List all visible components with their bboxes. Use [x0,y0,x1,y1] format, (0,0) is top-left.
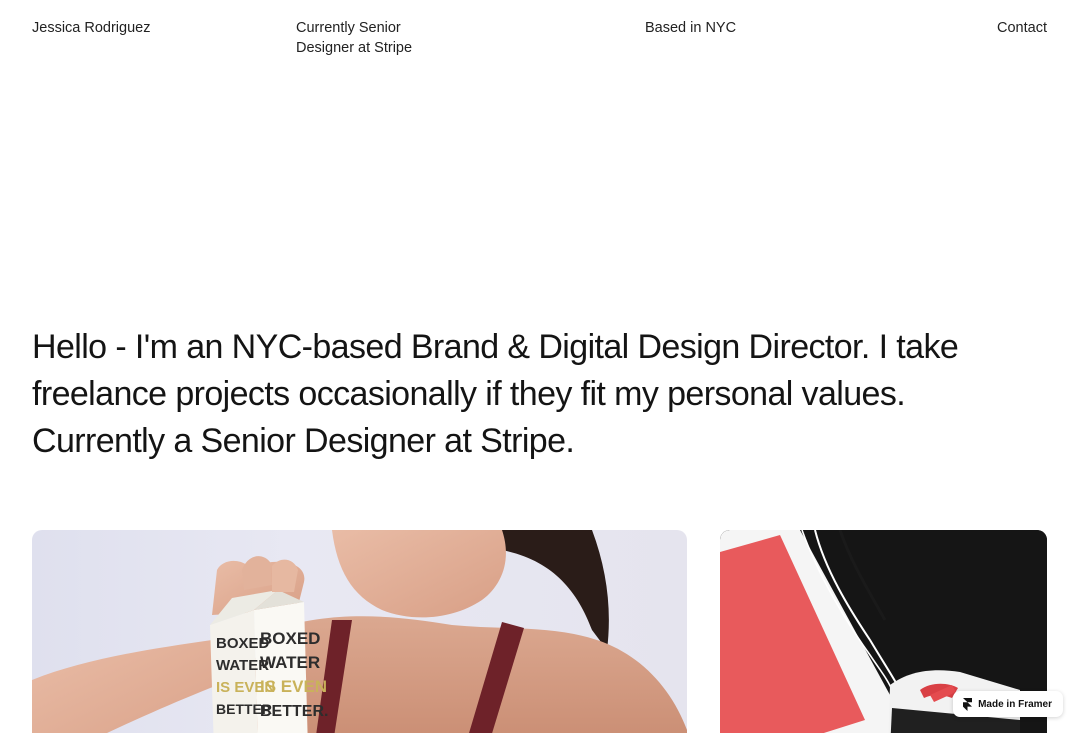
hero-intro-text: Hello - I'm an NYC-based Brand & Digital… [32,328,959,460]
carton-front-line-3: IS EVEN [260,677,327,696]
carton-front-line-2: WATER [260,653,320,672]
project-card-boxed-water[interactable]: BOXED WATER IS EVEN BETTER. BOXED WATER … [32,530,687,733]
neck-shape [332,530,506,618]
portfolio-page: Jessica Rodriguez Currently Senior Desig… [0,0,1080,733]
boxed-water-project-image: BOXED WATER IS EVEN BETTER. BOXED WATER … [32,530,687,733]
framer-logo-icon [963,697,973,711]
made-in-framer-label: Made in Framer [978,698,1052,710]
contact-link[interactable]: Contact [997,18,1047,38]
fingers-shape [242,556,272,590]
carton-front-line-1: BOXED [260,629,320,648]
carton-front-line-4: BETTER. [260,703,328,720]
site-owner-name[interactable]: Jessica Rodriguez [32,18,150,38]
current-role-text: Currently Senior Designer at Stripe [296,20,413,56]
made-in-framer-badge[interactable]: Made in Framer [953,691,1063,717]
location-text: Based in NYC [645,20,737,36]
water-carton: BOXED WATER IS EVEN BETTER. BOXED WATER … [210,590,328,733]
